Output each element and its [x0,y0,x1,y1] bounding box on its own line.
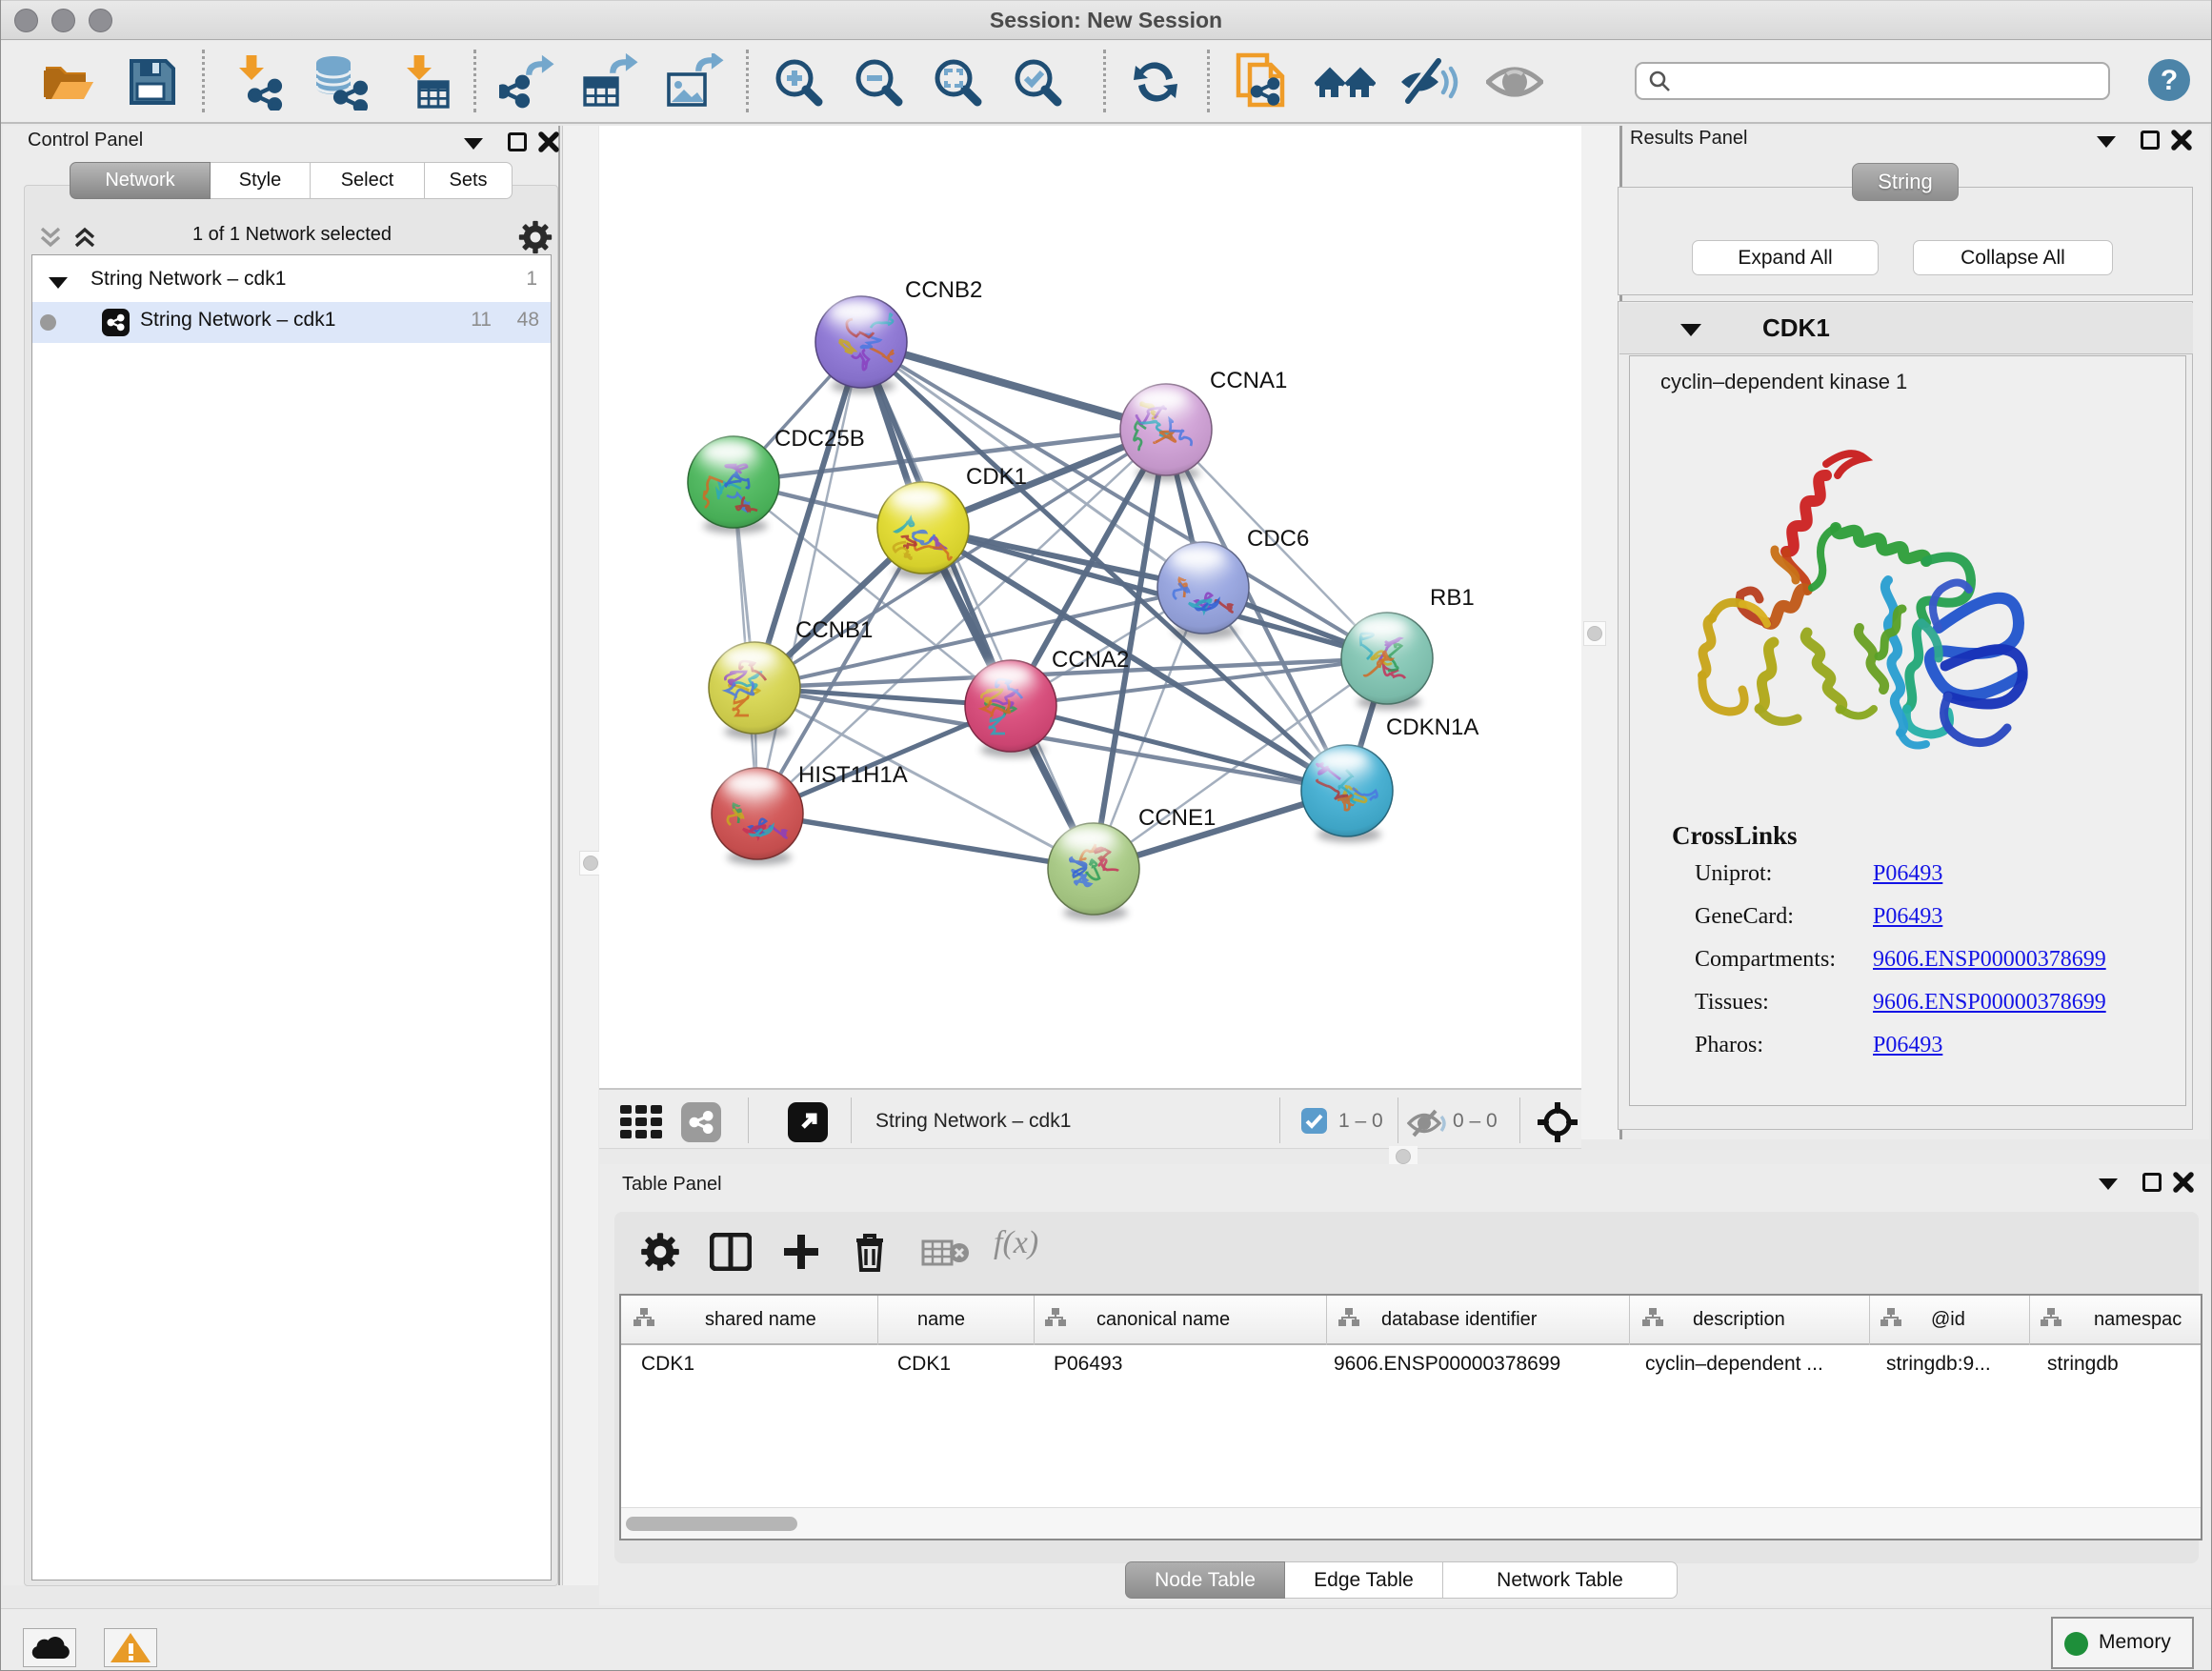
svg-text:CDC6: CDC6 [1247,526,1309,552]
svg-text:CCNB2: CCNB2 [905,277,982,303]
svg-text:CCNE1: CCNE1 [1138,805,1216,831]
svg-text:CDK1: CDK1 [966,464,1027,490]
svg-text:CCNA1: CCNA1 [1210,368,1287,393]
svg-text:CDC25B: CDC25B [774,426,865,452]
svg-text:HIST1H1A: HIST1H1A [798,762,908,788]
svg-text:CCNA2: CCNA2 [1052,647,1129,673]
svg-text:CDKN1A: CDKN1A [1386,715,1478,740]
svg-text:?: ? [2161,65,2178,96]
svg-text:RB1: RB1 [1430,585,1475,611]
svg-text:CCNB1: CCNB1 [795,617,873,643]
